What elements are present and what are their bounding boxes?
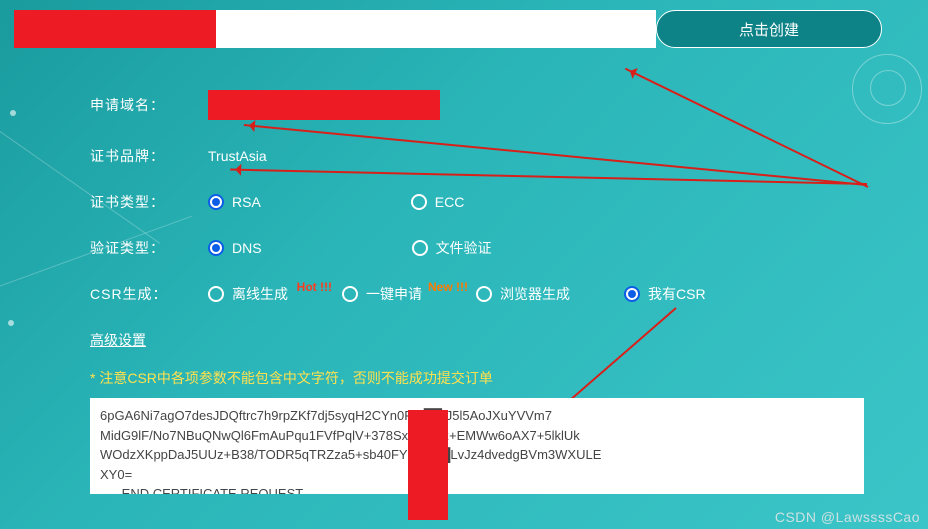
search-input[interactable] [216, 10, 656, 48]
csr-textarea[interactable] [90, 398, 864, 494]
radio-ecc-label: ECC [435, 194, 465, 210]
radio-icon [476, 286, 492, 302]
radio-ecc[interactable]: ECC [411, 194, 465, 210]
radio-icon [412, 240, 428, 256]
row-verify-type: 验证类型： DNS 文件验证 [90, 238, 878, 258]
row-cert-type: 证书类型： RSA ECC [90, 192, 878, 212]
radio-rsa[interactable]: RSA [208, 194, 261, 210]
radio-offline-label: 离线生成 [232, 284, 288, 304]
radio-file-verify[interactable]: 文件验证 [412, 238, 492, 258]
radio-file-verify-label: 文件验证 [436, 238, 492, 258]
verify-type-label: 验证类型： [90, 238, 208, 258]
redacted-domain-value [208, 90, 440, 120]
radio-icon [208, 194, 224, 210]
csr-gen-label: CSR生成： [90, 284, 208, 304]
create-button-label: 点击创建 [739, 19, 799, 40]
row-brand: 证书品牌： TrustAsia [90, 146, 878, 166]
radio-icon [208, 286, 224, 302]
radio-icon [411, 194, 427, 210]
domain-label: 申请域名： [90, 95, 208, 115]
radio-have-csr-label: 我有CSR [648, 284, 706, 304]
redacted-logo [14, 10, 216, 48]
redacted-csr-strip [408, 410, 448, 520]
row-domain: 申请域名： [90, 90, 878, 120]
brand-label: 证书品牌： [90, 146, 208, 166]
radio-icon [208, 240, 224, 256]
certificate-form: 申请域名： 证书品牌： TrustAsia 证书类型： RSA ECC 验证类型… [90, 90, 878, 497]
row-csr-gen: CSR生成： 离线生成 Hot !!! 一键申请 New !!! 浏览器生成 我… [90, 284, 878, 304]
advanced-settings-link[interactable]: 高级设置 [90, 330, 146, 350]
watermark: CSDN @LawssssCao [775, 509, 920, 525]
create-button[interactable]: 点击创建 [656, 10, 882, 48]
radio-dns-label: DNS [232, 240, 262, 256]
hot-badge: Hot !!! [297, 280, 332, 294]
radio-icon [624, 286, 640, 302]
radio-icon [342, 286, 358, 302]
radio-browser[interactable]: 浏览器生成 [476, 284, 570, 304]
cert-type-label: 证书类型： [90, 192, 208, 212]
radio-rsa-label: RSA [232, 194, 261, 210]
csr-warning: * 注意CSR中各项参数不能包含中文字符，否则不能成功提交订单 [90, 368, 878, 388]
top-bar: 点击创建 [14, 10, 882, 48]
radio-oneclick[interactable]: 一键申请 New !!! [342, 284, 422, 304]
radio-dns[interactable]: DNS [208, 240, 262, 256]
radio-oneclick-label: 一键申请 [366, 284, 422, 304]
radio-offline[interactable]: 离线生成 Hot !!! [208, 284, 288, 304]
radio-have-csr[interactable]: 我有CSR [624, 284, 706, 304]
radio-browser-label: 浏览器生成 [500, 284, 570, 304]
brand-value: TrustAsia [208, 148, 267, 164]
new-badge: New !!! [428, 280, 468, 294]
